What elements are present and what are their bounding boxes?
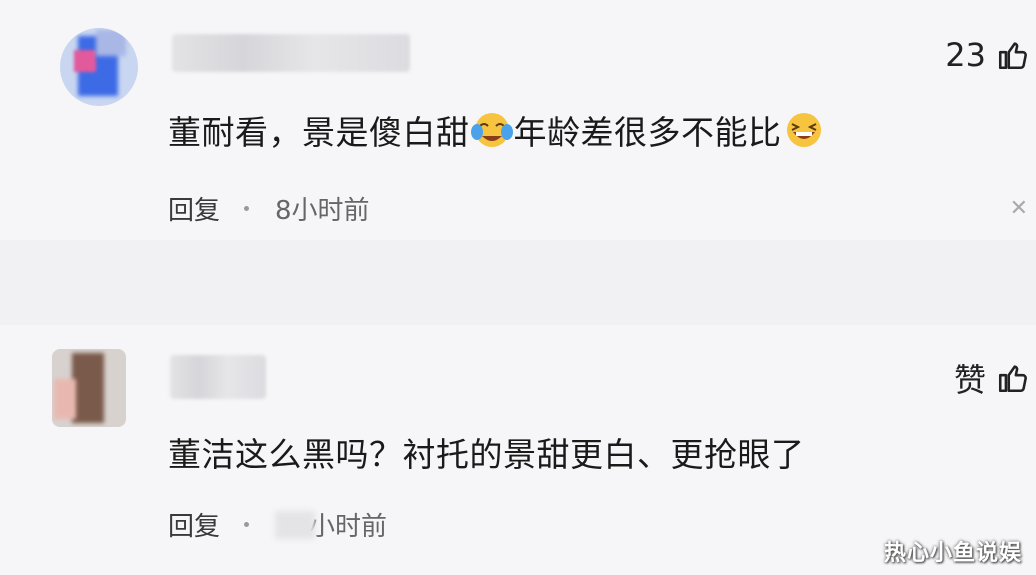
like-label: 赞 [953, 361, 986, 399]
divider [0, 240, 1036, 325]
like-button[interactable]: 赞 [954, 355, 1030, 401]
close-icon[interactable]: ✕ [1010, 196, 1028, 221]
username-blurred[interactable] [170, 355, 266, 399]
timestamp: 小时前 [309, 512, 388, 542]
comment-meta: 回复 小时前 [168, 506, 387, 543]
watermark: 热心小鱼说娱 [883, 541, 1022, 566]
comment-item: 23 董耐看，景是傻白甜 年龄差很多不能比 回复 8小时前 ✕ [0, 0, 1036, 240]
comment-text: 董耐看，景是傻白甜 年龄差很多不能比 [168, 106, 826, 154]
separator-dot [244, 206, 250, 211]
thumbs-up-icon [998, 42, 1027, 70]
crying-laughing-face-icon [470, 113, 513, 147]
thumbs-up-icon [998, 365, 1027, 393]
laughing-face-icon [786, 113, 821, 147]
reply-button[interactable]: 回复 [168, 190, 220, 227]
comment-meta: 回复 8小时前 [168, 190, 370, 227]
comment-item: 赞 董洁这么黑吗？衬托的景甜更白、更抢眼了 回复 小时前 [0, 325, 1036, 575]
avatar[interactable] [60, 28, 138, 106]
avatar[interactable] [52, 349, 126, 427]
username-blurred[interactable] [172, 34, 410, 72]
timestamp: 8小时前 [275, 196, 370, 226]
reply-button[interactable]: 回复 [168, 506, 220, 543]
like-count: 23 [945, 36, 986, 74]
like-button[interactable]: 23 [945, 36, 1030, 74]
blurred-patch [275, 510, 316, 539]
comment-text: 董洁这么黑吗？衬托的景甜更白、更抢眼了 [168, 435, 805, 474]
separator-dot [244, 522, 250, 527]
